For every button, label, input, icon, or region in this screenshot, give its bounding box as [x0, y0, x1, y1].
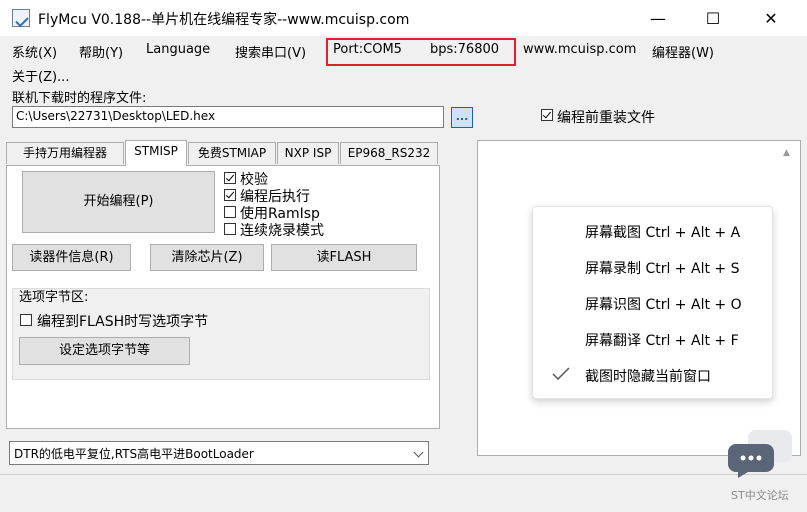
continuous-option[interactable] [224, 223, 236, 239]
window-title: FlyMcu V0.188--单片机在线编程专家--www.mcuisp.com [38, 12, 410, 28]
menu-search-port[interactable]: 搜索串口(V) [235, 42, 306, 61]
menu-programmer[interactable]: 编程器(W) [652, 42, 714, 61]
tab-nxp-isp[interactable]: NXP ISP [277, 142, 339, 164]
write-option-row[interactable] [20, 314, 32, 330]
chat-bubble-icon [728, 430, 792, 478]
menu-item-recognize[interactable]: 屏幕识图 Ctrl + Alt + O [585, 294, 742, 314]
chevron-down-icon [413, 447, 424, 458]
set-option-bytes-button[interactable]: 设定选项字节等 [19, 337, 190, 365]
tab-stmiap[interactable]: 免费STMIAP [188, 142, 276, 164]
continuous-label: 连续烧录模式 [240, 223, 324, 239]
verify-option[interactable] [224, 172, 236, 188]
start-program-button[interactable]: 开始编程(P) [22, 171, 215, 233]
ramisp-option[interactable] [224, 206, 236, 222]
read-flash-button[interactable]: 读FLASH [271, 244, 417, 271]
ramisp-checkbox[interactable] [224, 206, 236, 218]
menu-help[interactable]: 帮助(Y) [79, 42, 123, 61]
write-option-checkbox[interactable] [20, 314, 32, 326]
reload-checkbox[interactable] [541, 109, 553, 121]
maximize-button[interactable]: ☐ [690, 0, 736, 36]
menu-item-translate[interactable]: 屏幕翻译 Ctrl + Alt + F [585, 330, 739, 350]
menu-system[interactable]: 系统(X) [12, 42, 57, 61]
erase-chip-button[interactable]: 清除芯片(Z) [150, 244, 264, 271]
tab-ep968[interactable]: EP968_RS232 [340, 142, 438, 164]
menu-website[interactable]: www.mcuisp.com [523, 42, 636, 57]
run-after-option[interactable] [224, 189, 236, 205]
menu-item-screenshot[interactable]: 屏幕截图 Ctrl + Alt + A [585, 222, 740, 242]
read-info-button[interactable]: 读器件信息(R) [12, 244, 131, 271]
reset-mode-select[interactable]: DTR的低电平复位,RTS高电平进BootLoader [9, 441, 429, 465]
verify-checkbox[interactable] [224, 172, 236, 184]
tab-stmisp[interactable]: STMISP [125, 140, 187, 166]
port-highlight-box [326, 38, 516, 66]
menu-item-hide-window[interactable]: 截图时隐藏当前窗口 [585, 366, 711, 386]
status-bar [0, 474, 807, 512]
browse-button[interactable]: ... [451, 107, 473, 128]
app-logo-icon [12, 9, 30, 27]
minimize-button[interactable]: — [635, 0, 681, 36]
continuous-checkbox[interactable] [224, 223, 236, 235]
file-path-input[interactable]: C:\Users\22731\Desktop\LED.hex [12, 106, 444, 128]
write-option-label: 编程到FLASH时写选项字节 [37, 314, 209, 330]
reset-mode-value: DTR的低电平复位,RTS高电平进BootLoader [14, 447, 254, 461]
tab-handheld[interactable]: 手持万用编程器 [6, 142, 124, 164]
file-label: 联机下载时的程序文件: [12, 91, 147, 106]
watermark-text: ST中文论坛 [731, 489, 789, 502]
reload-checkbox-row[interactable] [541, 109, 553, 125]
scroll-up-icon[interactable]: ▲ [783, 148, 793, 158]
run-after-checkbox[interactable] [224, 189, 236, 201]
close-button[interactable]: ✕ [748, 0, 794, 36]
menu-about[interactable]: 关于(Z)... [12, 66, 69, 85]
menu-item-record[interactable]: 屏幕录制 Ctrl + Alt + S [585, 258, 739, 278]
checkmark-icon [552, 367, 570, 381]
reload-label: 编程前重装文件 [557, 110, 655, 126]
option-group-title: 选项字节区: [19, 290, 89, 305]
menu-language[interactable]: Language [146, 42, 210, 57]
